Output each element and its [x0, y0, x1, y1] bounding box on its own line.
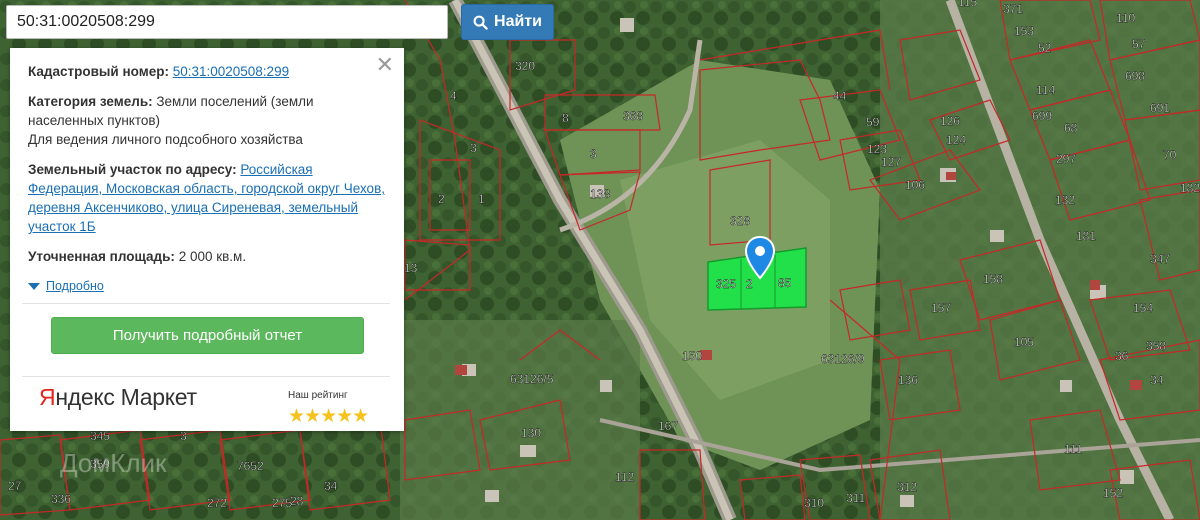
divider — [22, 303, 390, 304]
parcel-label: 28 — [290, 494, 304, 508]
parcel-label: 34 — [1150, 373, 1164, 387]
parcel-label: 36 — [1115, 349, 1129, 363]
parcel-label: 320 — [515, 59, 535, 73]
parcel-label: 181 — [1076, 229, 1096, 243]
close-icon[interactable]: ✕ — [376, 54, 394, 76]
search-input[interactable] — [6, 5, 448, 39]
parcel-label: 368 — [623, 109, 643, 123]
parcel-label: 336 — [51, 492, 71, 506]
rating-stars-icon: ★★★★★ — [288, 406, 369, 427]
parcel-label: 1 — [478, 192, 485, 206]
parcel-label: 157 — [931, 301, 951, 315]
parcel-label: 123 — [867, 142, 887, 156]
parcel-label: 328 — [730, 214, 750, 228]
watermark: ДомКлик — [60, 448, 167, 478]
parcel-label: 7652 — [237, 459, 264, 473]
parcel-label: 8 — [562, 111, 569, 125]
rating-block[interactable]: Наш рейтинг ★★★★★ — [288, 386, 383, 427]
area-row: Уточненная площадь: 2 000 кв.м. — [28, 247, 386, 266]
location-pin-icon[interactable] — [744, 236, 776, 280]
parcel-label: 371 — [1003, 2, 1023, 16]
parcel-label: 112 — [615, 470, 634, 484]
parcel-label: 85 — [778, 276, 792, 290]
parcel-label: 126 — [940, 114, 960, 128]
parcel-label: 110 — [1116, 11, 1135, 25]
parcel-label: 2 — [438, 192, 445, 206]
parcel-label: 138 — [590, 187, 610, 201]
parcel-label: 150 — [682, 349, 702, 363]
area-value: 2 000 кв.м. — [178, 249, 247, 264]
cadastral-number-link[interactable]: 50:31:0020508:299 — [173, 64, 289, 79]
address-label: Земельный участок по адресу: — [28, 162, 237, 177]
area-label: Уточненная площадь: — [28, 249, 175, 264]
parcel-label: 182 — [1180, 181, 1200, 195]
parcel-label: 132 — [1055, 193, 1075, 207]
parcel-label: 70 — [1163, 148, 1177, 162]
parcel-label: 152 — [1103, 486, 1123, 500]
parcel-label: 3 — [470, 141, 477, 155]
parcel-label: 52 — [1038, 41, 1052, 55]
parcel-label: 4 — [450, 89, 457, 103]
yandex-market-logo[interactable]: Яндекс Маркет — [39, 386, 197, 409]
get-report-button[interactable]: Получить подробный отчет — [51, 317, 364, 354]
cadastral-label: Кадастровый номер: — [28, 64, 169, 79]
parcel-label: 158 — [983, 272, 1003, 286]
parcel-label: 698 — [1125, 69, 1145, 83]
parcel-label: 57 — [1132, 37, 1146, 51]
parcel-label: 106 — [905, 178, 925, 192]
parcel-label: 44 — [833, 89, 847, 103]
parcel-label: 3 — [590, 147, 597, 161]
parcel-label: 310 — [804, 496, 824, 510]
cadastral-row: Кадастровый номер: 50:31:0020508:299 — [28, 62, 386, 81]
parcel-label: 114 — [1036, 83, 1055, 97]
parcel-label: 115 — [958, 0, 977, 9]
parcel-label: 312 — [897, 480, 917, 494]
parcel-label: 127 — [881, 155, 901, 169]
usage-value: Для ведения личного подсобного хозяйства — [28, 132, 303, 147]
parcel-label: 154 — [1133, 301, 1153, 315]
parcel-label: 325 — [716, 277, 736, 291]
parcel-info-panel: ✕ Кадастровый номер: 50:31:0020508:299 К… — [10, 48, 404, 431]
search-button-label: Найти — [494, 13, 542, 30]
address-row: Земельный участок по адресу: Российская … — [28, 160, 386, 236]
parcel-label: 297 — [1056, 152, 1076, 166]
parcel-label: 153 — [1014, 24, 1034, 38]
parcel-label: 34 — [324, 479, 338, 493]
category-label: Категория земель: — [28, 94, 153, 109]
more-details-toggle[interactable]: Подробно — [28, 277, 386, 296]
parcel-label: 124 — [946, 133, 966, 147]
parcel-label: 347 — [1150, 252, 1170, 266]
parcel-label: 311 — [846, 491, 865, 505]
parcel-label: 3 — [180, 429, 187, 443]
parcel-label: 345 — [90, 429, 110, 443]
parcel-label: 59 — [866, 115, 880, 129]
triangle-down-icon — [28, 283, 40, 290]
parcel-label: 105 — [1014, 335, 1034, 349]
category-row: Категория земель: Земли поселений (земли… — [28, 92, 386, 149]
parcel-label: 130 — [521, 426, 541, 440]
parcel-label: 272 — [207, 496, 227, 510]
more-details-label: Подробно — [46, 279, 104, 293]
parcel-label: 68 — [1064, 121, 1078, 135]
parcel-label: 167 — [658, 419, 678, 433]
parcel-label: 699 — [1032, 109, 1052, 123]
search-button[interactable]: Найти — [461, 4, 554, 40]
parcel-label: 358 — [1146, 339, 1166, 353]
parcel-label: 13 — [404, 261, 418, 275]
search-icon — [473, 15, 488, 30]
parcel-label: 136 — [898, 373, 918, 387]
parcel-label: 63126/9 — [821, 352, 865, 366]
divider — [22, 376, 390, 377]
rating-label: Наш рейтинг — [288, 390, 348, 401]
parcel-label: 27 — [8, 479, 22, 493]
parcel-label: 691 — [1150, 101, 1170, 115]
parcel-label: 63126/5 — [510, 372, 554, 386]
parcel-label: 111 — [1064, 442, 1083, 456]
